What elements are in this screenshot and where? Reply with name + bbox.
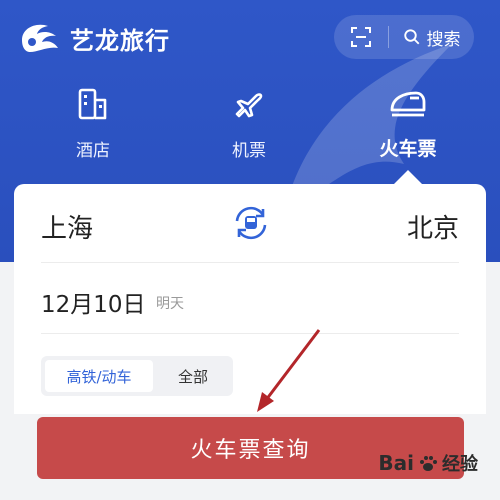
app-logo: 艺龙旅行 <box>18 18 170 58</box>
tab-label-train: 火车票 <box>379 138 437 160</box>
scan-icon <box>351 27 371 47</box>
filter-all[interactable]: 全部 <box>157 360 229 392</box>
paw-icon <box>420 456 437 471</box>
filter-highspeed[interactable]: 高铁/动车 <box>45 360 153 392</box>
departure-station[interactable]: 上海 <box>41 208 93 245</box>
search-button[interactable]: 搜索 <box>389 15 474 59</box>
scan-button[interactable] <box>334 15 388 59</box>
tab-train[interactable]: 火车票 <box>348 80 468 170</box>
active-tab-pointer <box>394 170 422 184</box>
hotel-icon <box>78 88 107 120</box>
plane-icon <box>235 93 263 118</box>
swap-train-icon <box>235 206 267 240</box>
divider <box>41 333 459 334</box>
tab-flight[interactable]: 机票 <box>189 80 309 170</box>
product-tabs: 酒店 机票 火车票 <box>0 80 500 170</box>
arrival-station[interactable]: 北京 <box>407 208 459 245</box>
top-actions: 搜索 <box>334 15 474 59</box>
tab-hotel[interactable]: 酒店 <box>33 80 153 170</box>
dragon-logo-icon <box>22 24 58 52</box>
app-title: 艺龙旅行 <box>70 26 170 55</box>
swap-stations-button[interactable] <box>229 201 273 245</box>
baidu-watermark: Bai 经验 <box>378 450 478 476</box>
divider <box>41 262 459 263</box>
watermark-text-b: 经验 <box>442 454 478 475</box>
tab-label-flight: 机票 <box>232 141 266 161</box>
watermark-text-a: Bai <box>378 451 414 475</box>
date-hint: 明天 <box>156 296 184 312</box>
train-type-filter: 高铁/动车 全部 <box>41 356 233 396</box>
search-icon <box>403 29 419 45</box>
tab-label-hotel: 酒店 <box>76 141 110 161</box>
top-bar: 艺龙旅行 搜索 <box>0 0 500 76</box>
train-icon <box>390 91 426 117</box>
search-label: 搜索 <box>426 29 461 50</box>
departure-date[interactable]: 12月10日 <box>41 285 146 319</box>
